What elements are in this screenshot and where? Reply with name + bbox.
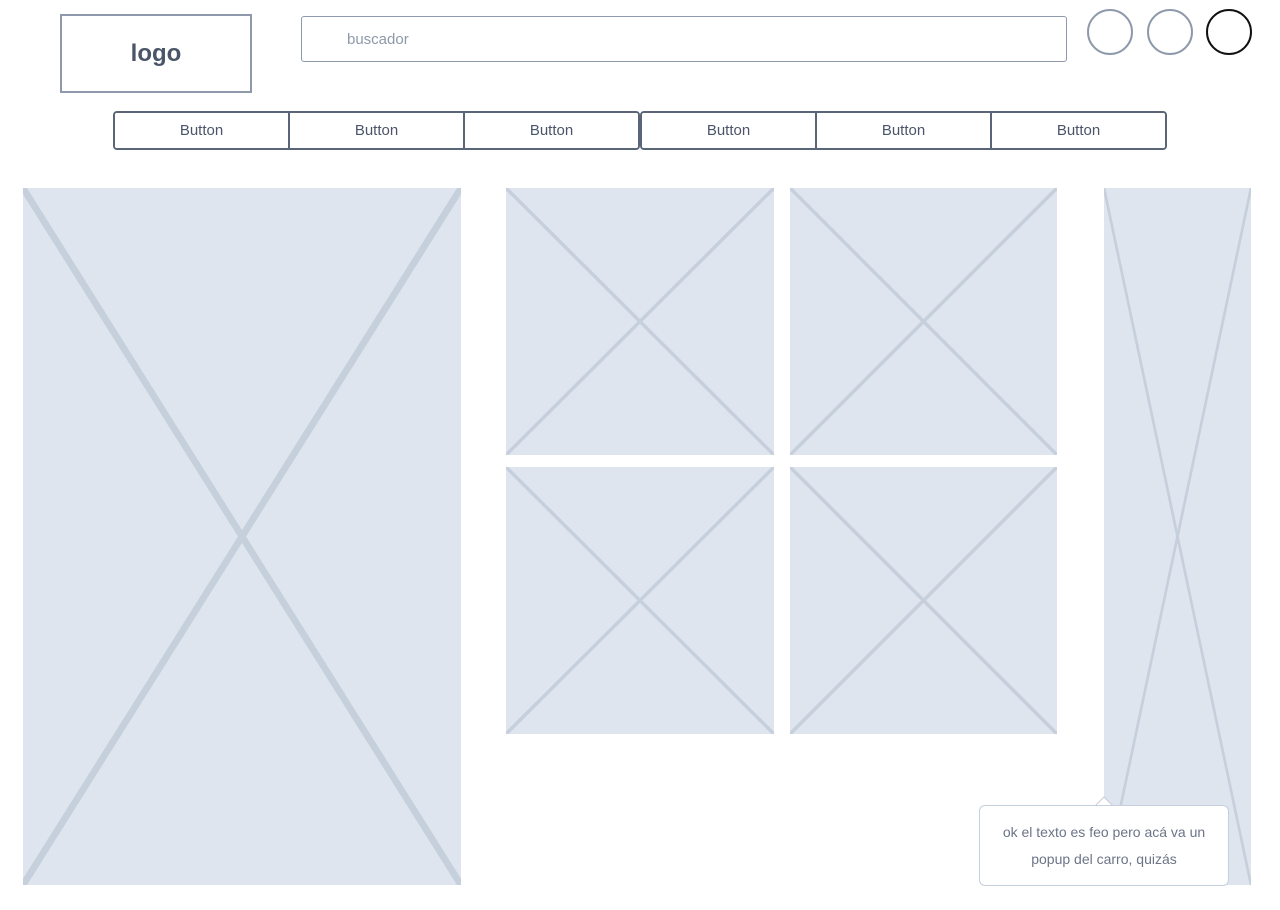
nav-button[interactable]: Button [465, 113, 638, 148]
circle-icon[interactable] [1147, 9, 1193, 55]
image-placeholder[interactable] [790, 467, 1057, 734]
image-placeholder[interactable] [506, 188, 774, 455]
popup-text: ok el texto es feo pero acá va un popup … [1002, 823, 1206, 867]
cart-popup: ok el texto es feo pero acá va un popup … [979, 805, 1229, 886]
nav-button[interactable]: Button [115, 113, 290, 148]
nav-button[interactable]: Button [290, 113, 465, 148]
image-placeholder[interactable] [506, 467, 774, 734]
circle-icon[interactable] [1087, 9, 1133, 55]
nav-button-group: Button Button Button [113, 111, 640, 150]
logo-text: logo [130, 39, 182, 67]
nav-button[interactable]: Button [817, 113, 992, 148]
image-placeholder[interactable] [790, 188, 1057, 455]
image-placeholder-main[interactable] [23, 188, 461, 885]
circle-icon[interactable] [1206, 9, 1252, 55]
logo[interactable]: logo [60, 14, 252, 93]
search-input[interactable] [301, 16, 1067, 62]
nav-button[interactable]: Button [992, 113, 1165, 148]
nav-button-group: Button Button Button [640, 111, 1167, 150]
nav-button[interactable]: Button [642, 113, 817, 148]
image-placeholder-sidebar[interactable] [1104, 188, 1251, 885]
